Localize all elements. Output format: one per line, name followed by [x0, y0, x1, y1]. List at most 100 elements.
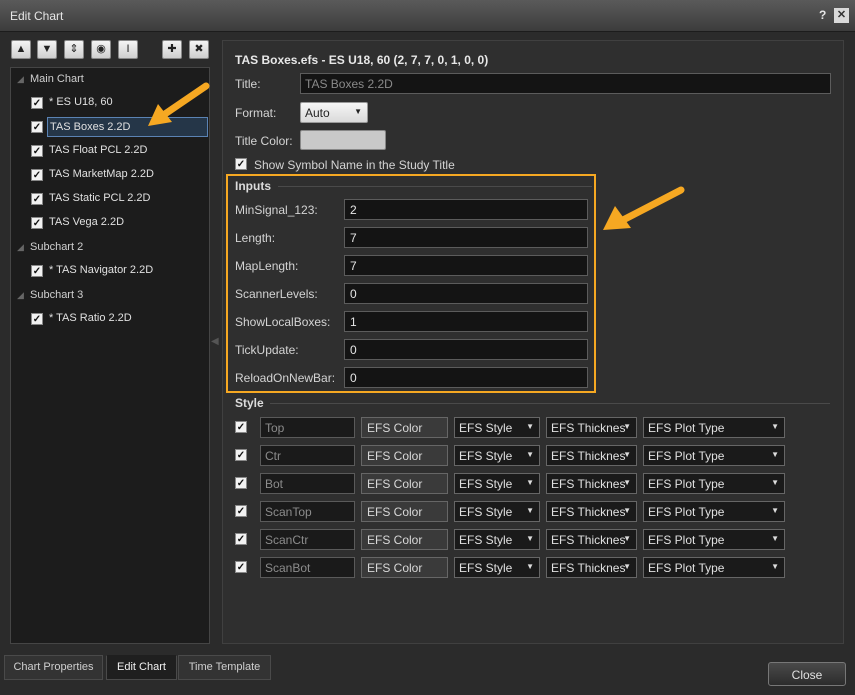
splitter-handle-icon[interactable]: ◀ — [211, 336, 219, 347]
efs-thickness-select[interactable]: EFS Thicknes ▼ — [546, 529, 637, 550]
checkbox[interactable]: ✓ — [31, 313, 43, 325]
show-symbol-checkbox[interactable]: ✓ — [235, 158, 247, 170]
efs-thickness-select[interactable]: EFS Thicknes ▼ — [546, 501, 637, 522]
tree-item-label: * TAS Navigator 2.2D — [49, 264, 154, 276]
style-row-name[interactable]: Top — [260, 417, 355, 438]
tree-group-label: Subchart 2 — [30, 241, 84, 253]
title-color-swatch[interactable] — [300, 130, 386, 150]
efs-color-button[interactable]: EFS Color — [361, 445, 448, 466]
tree-item-label: TAS Vega 2.2D — [49, 216, 125, 228]
checkbox[interactable]: ✓ — [31, 169, 43, 181]
tickupdate-input[interactable]: 0 — [344, 339, 588, 360]
style-row-checkbox[interactable]: ✓ — [235, 533, 247, 545]
efs-style-select[interactable]: EFS Style ▼ — [454, 417, 540, 438]
tab-edit-chart[interactable]: Edit Chart — [106, 655, 177, 680]
eye-icon: ◉ — [96, 43, 106, 55]
up-down-arrows-icon: ⇕ — [69, 43, 79, 55]
title-input[interactable]: TAS Boxes 2.2D — [300, 73, 831, 94]
chevron-down-icon: ▼ — [623, 422, 631, 431]
input-label: ShowLocalBoxes: — [235, 315, 331, 329]
inputs-divider — [278, 186, 592, 187]
maplength-input[interactable]: 7 — [344, 255, 588, 276]
style-divider — [270, 403, 830, 404]
minsignal-input[interactable]: 2 — [344, 199, 588, 220]
input-label: ScannerLevels: — [235, 287, 318, 301]
style-row-checkbox[interactable]: ✓ — [235, 477, 247, 489]
efs-thickness-select[interactable]: EFS Thicknes ▼ — [546, 445, 637, 466]
style-row-name[interactable]: ScanTop — [260, 501, 355, 522]
close-button[interactable]: Close — [768, 662, 846, 686]
efs-plot-type-select[interactable]: EFS Plot Type ▼ — [643, 557, 785, 578]
style-row-name[interactable]: Bot — [260, 473, 355, 494]
view-button[interactable]: ◉ — [91, 40, 111, 59]
efs-style-select[interactable]: EFS Style ▼ — [454, 557, 540, 578]
efs-plot-type-select[interactable]: EFS Plot Type ▼ — [643, 501, 785, 522]
window-close-button[interactable]: ✕ — [834, 8, 849, 23]
efs-thickness-select[interactable]: EFS Thicknes ▼ — [546, 557, 637, 578]
efs-style-select[interactable]: EFS Style ▼ — [454, 473, 540, 494]
checkbox[interactable]: ✓ — [31, 265, 43, 277]
style-row-name[interactable]: ScanBot — [260, 557, 355, 578]
select-value: EFS Thicknes — [551, 421, 626, 435]
efs-color-button[interactable]: EFS Color — [361, 501, 448, 522]
efs-plot-type-select[interactable]: EFS Plot Type ▼ — [643, 445, 785, 466]
style-row-checkbox[interactable]: ✓ — [235, 505, 247, 517]
study-tree[interactable]: ◢ Main Chart ✓ * ES U18, 60 ✓ TAS Boxes … — [10, 67, 210, 644]
style-row-checkbox[interactable]: ✓ — [235, 561, 247, 573]
chevron-down-icon: ▼ — [354, 107, 362, 116]
reorder-button[interactable]: ⇕ — [64, 40, 84, 59]
annotation-arrow-icon — [148, 82, 210, 126]
select-value: EFS Style — [459, 561, 513, 575]
showlocalboxes-input[interactable]: 1 — [344, 311, 588, 332]
style-row-checkbox[interactable]: ✓ — [235, 449, 247, 461]
checkbox[interactable]: ✓ — [31, 217, 43, 229]
style-row-name[interactable]: Ctr — [260, 445, 355, 466]
input-label: MinSignal_123: — [235, 203, 318, 217]
format-select[interactable]: Auto ▼ — [300, 102, 368, 123]
checkbox[interactable]: ✓ — [31, 121, 43, 133]
efs-plot-type-select[interactable]: EFS Plot Type ▼ — [643, 529, 785, 550]
efs-color-button[interactable]: EFS Color — [361, 529, 448, 550]
efs-color-button[interactable]: EFS Color — [361, 473, 448, 494]
collapse-triangle-icon[interactable]: ◢ — [17, 242, 24, 253]
chevron-down-icon: ▼ — [623, 450, 631, 459]
collapse-triangle-icon[interactable]: ◢ — [17, 290, 24, 301]
tab-chart-properties[interactable]: Chart Properties — [4, 655, 103, 680]
add-button[interactable]: ✚ — [162, 40, 182, 59]
move-up-button[interactable]: ▲ — [11, 40, 31, 59]
study-heading: TAS Boxes.efs - ES U18, 60 (2, 7, 7, 0, … — [235, 53, 489, 67]
style-section-title: Style — [235, 396, 264, 410]
reloadonnewbar-input[interactable]: 0 — [344, 367, 588, 388]
remove-button[interactable]: ✖ — [189, 40, 209, 59]
checkbox[interactable]: ✓ — [31, 193, 43, 205]
checkbox[interactable]: ✓ — [31, 145, 43, 157]
style-row-name[interactable]: ScanCtr — [260, 529, 355, 550]
tree-item-label: * TAS Ratio 2.2D — [49, 312, 132, 324]
annotation-arrow-icon — [603, 186, 685, 230]
text-cursor-button[interactable]: I — [118, 40, 138, 59]
efs-thickness-select[interactable]: EFS Thicknes ▼ — [546, 417, 637, 438]
help-button[interactable]: ? — [819, 8, 826, 22]
tree-item-label: TAS Static PCL 2.2D — [49, 192, 151, 204]
tree-item-label: * ES U18, 60 — [49, 96, 113, 108]
efs-color-button[interactable]: EFS Color — [361, 557, 448, 578]
scannerlevels-input[interactable]: 0 — [344, 283, 588, 304]
efs-color-button[interactable]: EFS Color — [361, 417, 448, 438]
style-row-checkbox[interactable]: ✓ — [235, 421, 247, 433]
efs-style-select[interactable]: EFS Style ▼ — [454, 529, 540, 550]
collapse-triangle-icon[interactable]: ◢ — [17, 74, 24, 85]
text-cursor-icon: I — [126, 43, 130, 55]
chevron-down-icon: ▼ — [623, 506, 631, 515]
length-input[interactable]: 7 — [344, 227, 588, 248]
checkbox[interactable]: ✓ — [31, 97, 43, 109]
move-down-button[interactable]: ▼ — [37, 40, 57, 59]
chevron-down-icon: ▼ — [771, 534, 779, 543]
efs-thickness-select[interactable]: EFS Thicknes ▼ — [546, 473, 637, 494]
tab-time-template[interactable]: Time Template — [178, 655, 271, 680]
efs-style-select[interactable]: EFS Style ▼ — [454, 445, 540, 466]
efs-style-select[interactable]: EFS Style ▼ — [454, 501, 540, 522]
efs-plot-type-select[interactable]: EFS Plot Type ▼ — [643, 473, 785, 494]
select-value: EFS Thicknes — [551, 477, 626, 491]
input-label: ReloadOnNewBar: — [235, 371, 336, 385]
efs-plot-type-select[interactable]: EFS Plot Type ▼ — [643, 417, 785, 438]
